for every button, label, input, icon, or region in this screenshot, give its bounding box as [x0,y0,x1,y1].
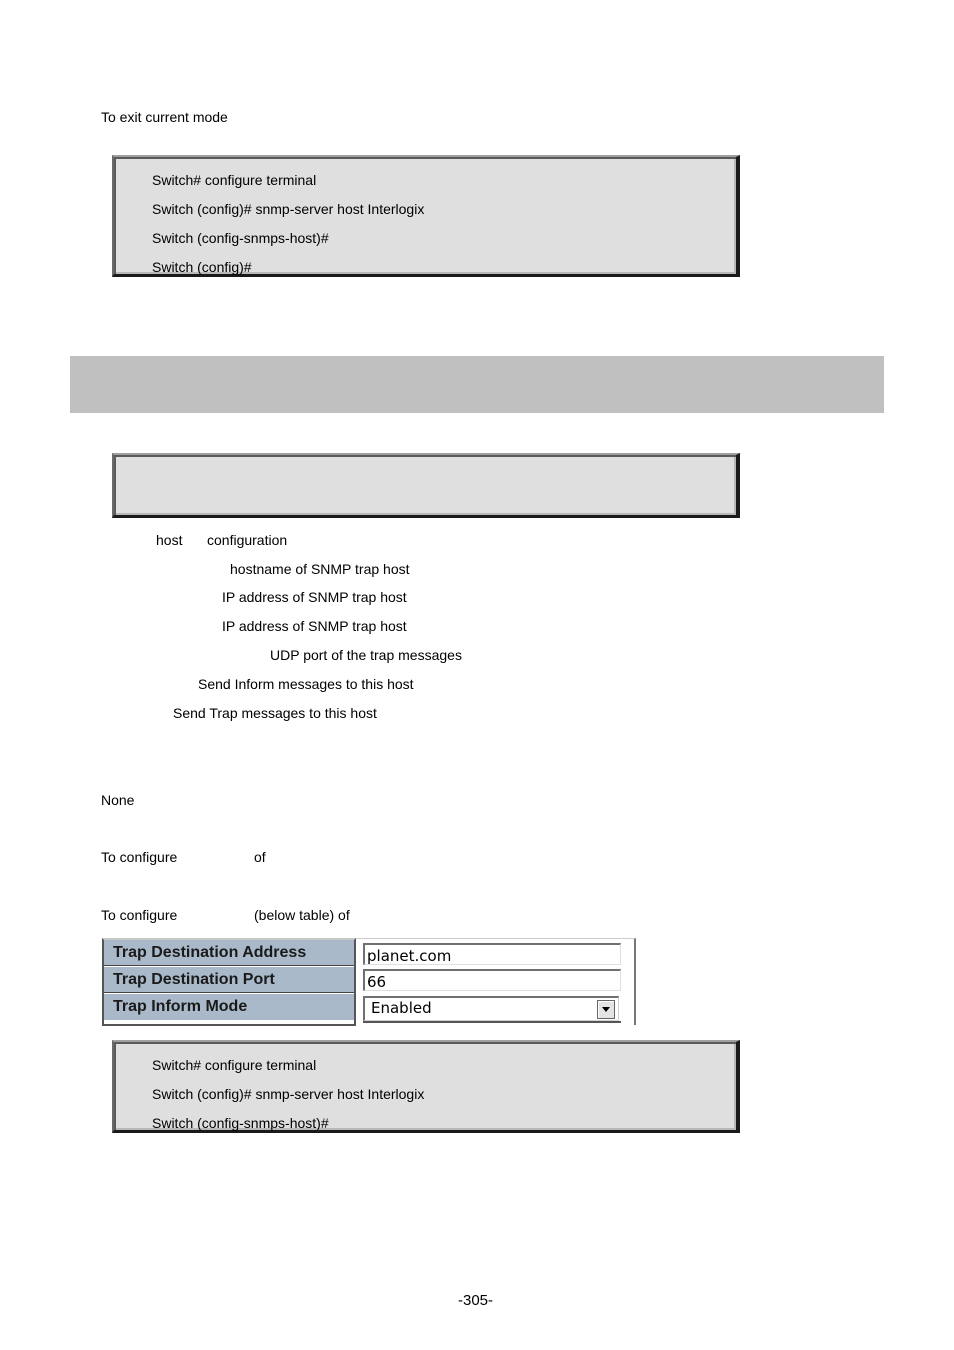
usage-suffix: of [254,849,266,865]
code-line: Switch (config-snmps-host)# [152,230,329,246]
usage-prefix: To configure [101,849,178,865]
param-description: Send Trap messages to this host [173,705,377,721]
param-description: hostname of SNMP trap host [230,561,410,577]
usage-suffix: (below table) of [254,907,350,923]
code-line: Switch (config-snmps-host)# [152,1115,329,1131]
exit-mode-description: To exit current mode [101,109,228,125]
trap-destination-address-input[interactable]: planet.com [363,943,621,965]
usage-prefix: To configure [101,907,178,923]
label-trap-destination-address: Trap Destination Address [104,940,354,966]
section-heading-bar [70,356,884,413]
syntax-code-box [112,453,740,518]
code-line: Switch# configure terminal [152,172,317,188]
dropdown-arrow-icon[interactable] [597,1000,615,1019]
param-description: Send Inform messages to this host [198,676,414,692]
default-value: None [101,792,135,808]
param-description: IP address of SNMP trap host [222,589,407,605]
trap-destination-port-input[interactable]: 66 [363,969,621,991]
page-number: -305- [458,1292,494,1309]
trap-inform-mode-select[interactable]: Enabled [363,996,619,1021]
example-code-box: Switch# configure terminal Switch (confi… [112,1040,740,1133]
param-description: configuration [207,532,288,548]
code-line: Switch# configure terminal [152,1057,317,1073]
value-column: planet.com 66 Enabled [356,938,636,1025]
divider [363,1021,621,1023]
trap-inform-mode-value: Enabled [371,999,432,1017]
label-column: Trap Destination Address Trap Destinatio… [102,938,356,1026]
label-trap-destination-port: Trap Destination Port [104,967,354,993]
param-term: host [156,532,183,548]
exit-example-code-box: Switch# configure terminal Switch (confi… [112,155,740,277]
trap-config-table: Trap Destination Address Trap Destinatio… [102,938,636,1026]
label-trap-inform-mode: Trap Inform Mode [104,994,354,1020]
code-line: Switch (config)# snmp-server host Interl… [152,1086,425,1102]
code-line: Switch (config)# [152,259,252,275]
code-line: Switch (config)# snmp-server host Interl… [152,201,425,217]
param-description: IP address of SNMP trap host [222,618,407,634]
param-description: UDP port of the trap messages [270,647,462,663]
